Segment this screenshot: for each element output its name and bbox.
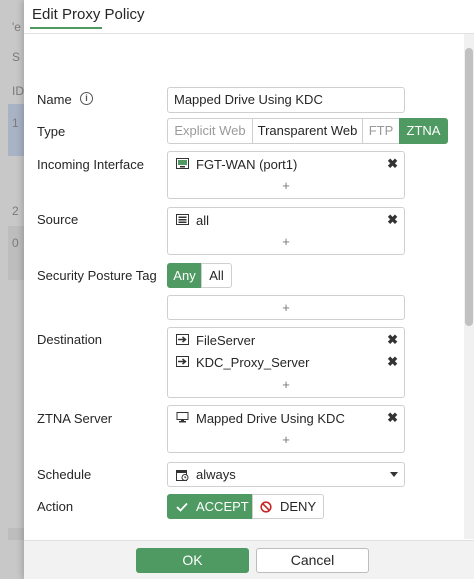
- vip-address-icon: [176, 356, 189, 367]
- list-item: FGT-WAN (port1) ✖: [168, 154, 404, 176]
- remove-icon[interactable]: ✖: [387, 156, 398, 172]
- posture-option-all[interactable]: All: [201, 263, 232, 288]
- schedule-select[interactable]: always: [167, 462, 405, 487]
- address-icon: [176, 214, 189, 225]
- info-icon[interactable]: i: [80, 92, 93, 105]
- add-icon[interactable]: +: [168, 377, 404, 392]
- background-fragment: 1: [12, 116, 19, 130]
- type-option-explicit-web[interactable]: Explicit Web: [167, 118, 253, 144]
- ok-button[interactable]: OK: [136, 548, 249, 573]
- type-label: Type: [37, 124, 66, 139]
- schedule-label: Schedule: [37, 467, 92, 482]
- remove-icon[interactable]: ✖: [387, 212, 398, 228]
- chevron-down-icon: [390, 472, 398, 477]
- add-icon[interactable]: +: [168, 178, 404, 193]
- type-option-ftp[interactable]: FTP: [362, 118, 400, 144]
- destination-value: KDC_Proxy_Server: [196, 355, 310, 370]
- add-icon[interactable]: +: [168, 234, 404, 249]
- background-fragment: 'e: [12, 20, 21, 34]
- source-label: Source: [37, 212, 79, 227]
- destination-value: FileServer: [196, 333, 256, 348]
- action-deny-label: DENY: [280, 499, 317, 514]
- add-icon[interactable]: +: [168, 432, 404, 447]
- list-item: Mapped Drive Using KDC ✖: [168, 408, 404, 430]
- list-item: FileServer ✖: [168, 330, 404, 352]
- title-underline: [30, 27, 102, 29]
- monitor-icon: [176, 412, 189, 423]
- edit-proxy-policy-dialog: Edit Proxy Policy Name i Mapped Drive Us…: [24, 0, 474, 579]
- type-option-transparent-web[interactable]: Transparent Web: [252, 118, 363, 144]
- action-label: Action: [37, 499, 74, 514]
- deny-icon: [260, 501, 272, 513]
- posture-option-any[interactable]: Any: [167, 263, 202, 288]
- action-deny-button[interactable]: DENY: [252, 494, 324, 519]
- ztna-server-value: Mapped Drive Using KDC: [196, 411, 345, 426]
- source-value: all: [196, 213, 210, 228]
- incoming-interface-value: FGT-WAN (port1): [196, 157, 298, 172]
- remove-icon[interactable]: ✖: [387, 332, 398, 348]
- destination-label: Destination: [37, 332, 103, 347]
- ztna-server-label: ZTNA Server: [37, 411, 113, 426]
- dialog-footer: OK Cancel: [24, 540, 474, 579]
- dialog-header: Edit Proxy Policy: [24, 0, 474, 34]
- background-fragment: 2: [12, 204, 19, 218]
- checkmark-icon: [176, 502, 188, 512]
- background-fragment: 0: [12, 236, 19, 250]
- action-accept-label: ACCEPT: [196, 499, 249, 514]
- dialog-title: Edit Proxy Policy: [32, 6, 145, 23]
- name-label: Name: [37, 92, 72, 107]
- list-item: all ✖: [168, 210, 404, 232]
- remove-icon[interactable]: ✖: [387, 410, 398, 426]
- cancel-button[interactable]: Cancel: [256, 548, 369, 573]
- security-posture-tag-label: Security Posture Tag: [37, 268, 157, 283]
- destination-field[interactable]: FileServer ✖ KDC_Proxy_Server ✖ +: [167, 327, 405, 398]
- ztna-server-field[interactable]: Mapped Drive Using KDC ✖ +: [167, 405, 405, 453]
- background-fragment: ID: [12, 84, 24, 98]
- incoming-interface-field[interactable]: FGT-WAN (port1) ✖ +: [167, 151, 405, 199]
- schedule-clock-icon: [176, 470, 189, 481]
- list-item: KDC_Proxy_Server ✖: [168, 352, 404, 374]
- action-accept-button[interactable]: ACCEPT: [167, 494, 253, 519]
- vip-address-icon: [176, 334, 189, 345]
- type-option-ztna[interactable]: ZTNA: [399, 118, 448, 144]
- schedule-value: always: [196, 467, 236, 482]
- background-fragment: S: [12, 50, 21, 64]
- security-posture-tag-field[interactable]: +: [167, 295, 405, 320]
- interface-port-icon: [176, 158, 189, 169]
- scrollbar-thumb[interactable]: [465, 48, 473, 326]
- remove-icon[interactable]: ✖: [387, 354, 398, 370]
- add-icon[interactable]: +: [168, 300, 404, 315]
- source-field[interactable]: all ✖ +: [167, 207, 405, 255]
- name-input[interactable]: Mapped Drive Using KDC: [167, 87, 405, 113]
- incoming-interface-label: Incoming Interface: [37, 157, 144, 172]
